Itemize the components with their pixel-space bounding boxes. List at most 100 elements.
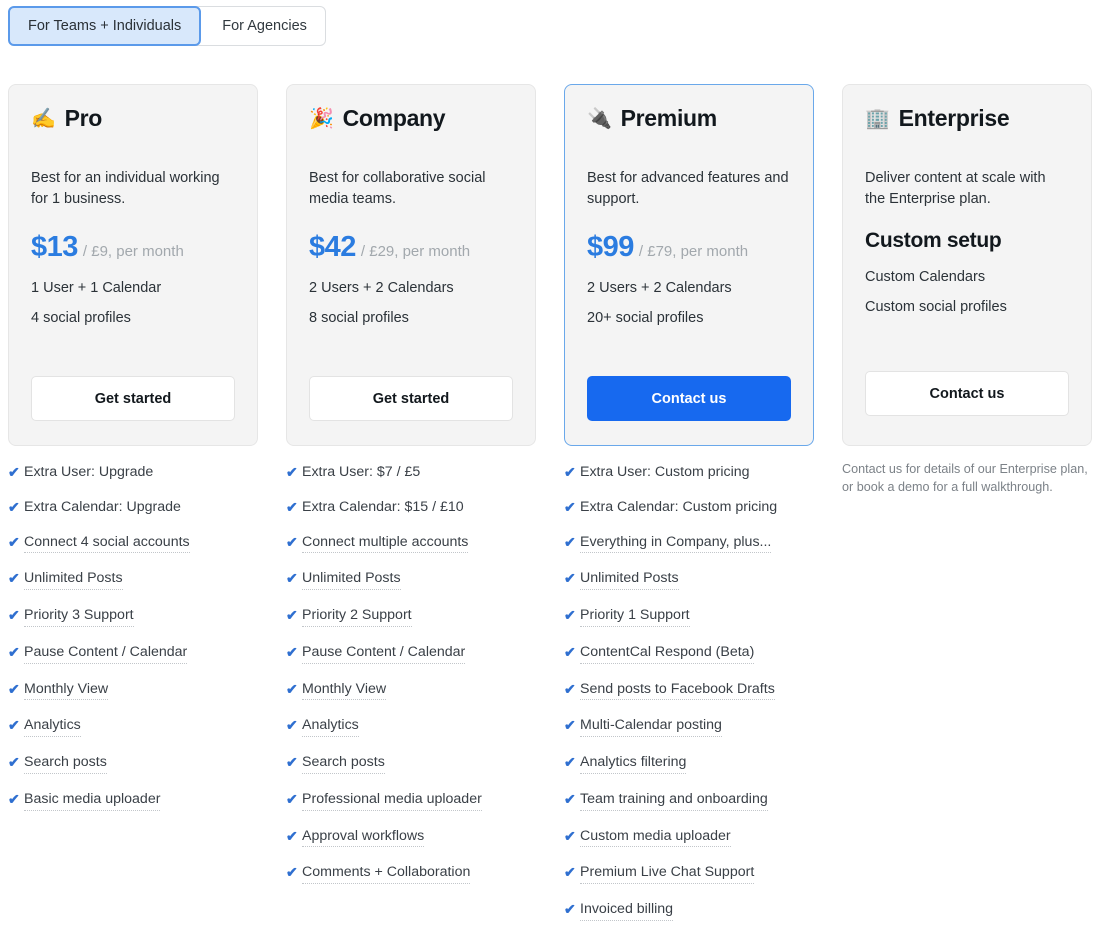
check-icon: ✔ [564, 717, 576, 734]
feature-label: Extra Calendar: Upgrade [24, 498, 181, 515]
check-icon: ✔ [8, 754, 20, 770]
feature-label[interactable]: Priority 3 Support [24, 607, 134, 627]
check-icon: ✔ [564, 607, 576, 623]
feature-label[interactable]: Monthly View [24, 681, 109, 701]
plan-title-enterprise: 🏢 Enterprise [865, 105, 1069, 132]
check-icon: ✔ [8, 643, 20, 660]
get-started-button-pro[interactable]: Get started [31, 376, 235, 421]
list-item: ✔ Basic media uploader [8, 791, 258, 811]
tab-label: For Teams + Individuals [28, 18, 182, 34]
feature-label[interactable]: ContentCal Respond (Beta) [580, 644, 755, 664]
feature-label[interactable]: Priority 1 Support [580, 607, 690, 627]
plan-card-premium: 🔌 Premium Best for advanced features and… [564, 84, 814, 446]
feature-label: Extra Calendar: Custom pricing [580, 498, 778, 515]
feature-label[interactable]: Comments + Collaboration [302, 864, 471, 884]
list-item: ✔ Extra User: Custom pricing [564, 464, 814, 482]
list-item: ✔ Connect multiple accounts [286, 534, 536, 554]
list-item: ✔ Custom media uploader [564, 828, 814, 848]
custom-setup-heading: Custom setup [865, 229, 1002, 253]
check-icon: ✔ [564, 901, 576, 917]
plan-price-row: $13 / £9, per month [31, 231, 235, 264]
feature-label[interactable]: Connect multiple accounts [302, 534, 469, 554]
plan-title-premium: 🔌 Premium [587, 105, 791, 132]
contact-us-button-premium[interactable]: Contact us [587, 376, 791, 421]
plan-name: Premium [620, 105, 718, 131]
feature-label[interactable]: Multi-Calendar posting [580, 717, 722, 737]
feature-label[interactable]: Analytics filtering [580, 754, 687, 774]
check-icon: ✔ [8, 570, 20, 587]
enterprise-note: Contact us for details of our Enterprise… [842, 462, 1088, 495]
feature-label[interactable]: Analytics [24, 717, 81, 737]
pricing-column-pro: ✍️ Pro Best for an individual working fo… [8, 84, 258, 938]
check-icon: ✔ [564, 570, 576, 587]
plan-card-enterprise: 🏢 Enterprise Deliver content at scale wi… [842, 84, 1092, 446]
pricing-column-enterprise: 🏢 Enterprise Deliver content at scale wi… [842, 84, 1092, 938]
feature-label[interactable]: Search posts [302, 754, 385, 774]
check-icon: ✔ [8, 680, 20, 697]
feature-label[interactable]: Unlimited Posts [24, 570, 123, 590]
plan-name: Pro [64, 105, 103, 131]
check-icon: ✔ [286, 464, 298, 480]
list-item: ✔ Unlimited Posts [8, 570, 258, 590]
tab-for-agencies[interactable]: For Agencies [195, 6, 326, 46]
list-item: ✔ Send posts to Facebook Drafts [564, 681, 814, 701]
feature-label[interactable]: Pause Content / Calendar [24, 644, 188, 664]
feature-label[interactable]: Connect 4 social accounts [24, 534, 190, 554]
list-item: ✔ Analytics [286, 717, 536, 737]
feature-label[interactable]: Premium Live Chat Support [580, 864, 755, 884]
contact-us-button-enterprise[interactable]: Contact us [865, 371, 1069, 416]
feature-list-pro: ✔ Extra User: Upgrade ✔ Extra Calendar: Up… [8, 464, 258, 811]
feature-label[interactable]: Team training and onboarding [580, 791, 768, 811]
check-icon: ✔ [564, 533, 576, 550]
feature-list-company: ✔ Extra User: $7 / £5 ✔ Extra Calendar: $1… [286, 464, 536, 884]
feature-label[interactable]: Monthly View [302, 681, 387, 701]
feature-label[interactable]: Send posts to Facebook Drafts [580, 681, 775, 701]
feature-label: Extra User: Upgrade [24, 464, 154, 480]
tab-for-teams-individuals[interactable]: For Teams + Individuals [8, 6, 202, 46]
feature-label[interactable]: Invoiced billing [580, 901, 674, 921]
feature-list-premium: ✔ Extra User: Custom pricing ✔ Extra Calen… [564, 464, 814, 921]
feature-label[interactable]: Everything in Company, plus... [580, 534, 772, 554]
check-icon: ✔ [286, 754, 298, 770]
feature-label[interactable]: Basic media uploader [24, 791, 161, 811]
list-item: ✔ ContentCal Respond (Beta) [564, 644, 814, 664]
plan-description: Best for advanced features and support. [587, 170, 789, 207]
check-icon: ✔ [8, 790, 20, 807]
plan-price-secondary: / £9, per month [82, 243, 184, 261]
list-item: ✔ Pause Content / Calendar [8, 644, 258, 664]
feature-label[interactable]: Unlimited Posts [580, 570, 679, 590]
feature-label[interactable]: Pause Content / Calendar [302, 644, 466, 664]
electric-plug-emoji: 🔌 [587, 107, 612, 130]
feature-label[interactable]: Priority 2 Support [302, 607, 412, 627]
check-icon: ✔ [286, 570, 298, 587]
plan-profiles-line: 4 social profiles [31, 310, 131, 327]
feature-label[interactable]: Analytics [302, 717, 359, 737]
check-icon: ✔ [8, 607, 20, 623]
plan-seats-line: 2 Users + 2 Calendars [309, 280, 454, 297]
feature-label[interactable]: Custom media uploader [580, 828, 731, 848]
feature-label[interactable]: Professional media uploader [302, 791, 482, 811]
feature-label[interactable]: Search posts [24, 754, 107, 774]
feature-label[interactable]: Approval workflows [302, 828, 425, 848]
list-item: ✔ Comments + Collaboration [286, 864, 536, 884]
check-icon: ✔ [8, 533, 20, 550]
plan-price-row: $42 / £29, per month [309, 231, 513, 264]
plan-price-amount: $99 [587, 231, 634, 264]
plan-seats-line: 1 User + 1 Calendar [31, 280, 162, 297]
check-icon: ✔ [564, 498, 576, 515]
list-item: ✔ Professional media uploader [286, 791, 536, 811]
plan-calendars-line: Custom Calendars [865, 269, 986, 286]
check-icon: ✔ [8, 717, 20, 734]
check-icon: ✔ [8, 498, 20, 515]
list-item: ✔ Analytics [8, 717, 258, 737]
list-item: ✔ Search posts [286, 754, 536, 774]
plan-title-pro: ✍️ Pro [31, 105, 235, 132]
feature-label[interactable]: Unlimited Posts [302, 570, 401, 590]
plan-card-company: 🎉 Company Best for collaborative social … [286, 84, 536, 446]
check-icon: ✔ [564, 754, 576, 770]
feature-label: Extra User: Custom pricing [580, 464, 750, 480]
list-item: ✔ Team training and onboarding [564, 791, 814, 811]
get-started-button-company[interactable]: Get started [309, 376, 513, 421]
list-item: ✔ Extra Calendar: $15 / £10 [286, 499, 536, 517]
check-icon: ✔ [286, 827, 298, 844]
